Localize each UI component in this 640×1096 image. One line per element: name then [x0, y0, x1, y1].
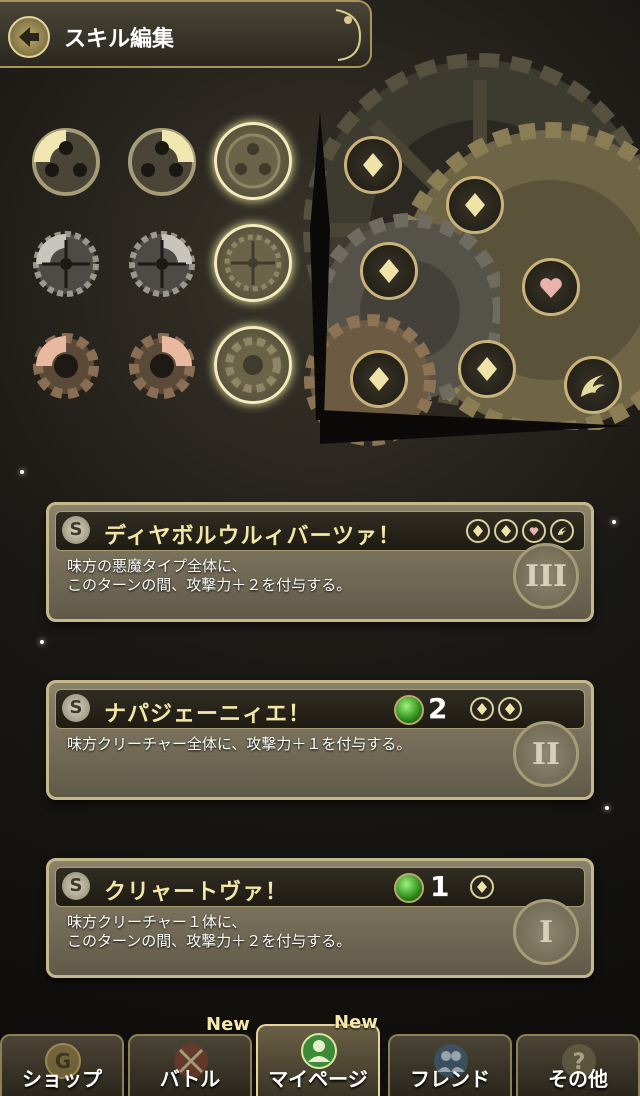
skill-card-header: S ディヤボルウルィバーツァ！ [55, 511, 585, 551]
skill-name: ナパジェーニィエ！ [104, 702, 312, 727]
brass-gear-skill-icon[interactable] [126, 126, 198, 198]
diamond-icon [363, 153, 383, 177]
new-badge: New [334, 1012, 378, 1033]
skill-card-header: S クリャートヴァ！ 1 [55, 867, 585, 907]
sparkle [612, 520, 616, 524]
skill-level-badge: III [513, 543, 579, 609]
skill-name: ディヤボルウルィバーツァ！ [104, 524, 402, 549]
new-badge: New [206, 1014, 250, 1035]
diamond-icon [465, 193, 485, 217]
copper-gear-skill-icon[interactable] [30, 330, 102, 402]
cost-icons [470, 875, 494, 899]
skill-card-header: S ナパジェーニィエ！ 2 [55, 689, 585, 729]
equipped-slot-3[interactable] [214, 326, 292, 404]
heart-icon [540, 278, 562, 298]
skill-rank-badge: S [62, 516, 90, 544]
back-button[interactable] [8, 16, 50, 58]
demon-wing-icon [581, 375, 605, 397]
copper-gear-skill-icon[interactable] [126, 330, 198, 402]
tab-friends[interactable]: フレンド [388, 1034, 512, 1096]
demon-wing-icon [550, 519, 574, 543]
steel-gear-skill-icon[interactable] [30, 228, 102, 300]
diamond-icon [369, 367, 389, 391]
sparkle [605, 806, 609, 810]
tab-other[interactable]: ? その他 [516, 1034, 640, 1096]
tab-label: バトル [159, 1067, 221, 1091]
diamond-icon [494, 519, 518, 543]
back-arrow-icon [19, 27, 39, 47]
mana-orb-icon [394, 873, 424, 903]
skill-level-badge: II [513, 721, 579, 787]
tab-shop[interactable]: G ショップ [0, 1034, 124, 1096]
mana-cost: 1 [430, 870, 450, 903]
diamond-icon [466, 519, 490, 543]
diamond-node[interactable] [360, 242, 418, 300]
skill-gear-board [0, 53, 640, 500]
equipped-slot-1[interactable] [214, 122, 292, 200]
skill-level: II [531, 737, 561, 772]
diamond-icon [477, 357, 497, 381]
tab-mypage[interactable]: マイページ New [256, 1012, 380, 1096]
brass-gear-skill-icon[interactable] [30, 126, 102, 198]
skill-level: I [538, 915, 554, 950]
diamond-node[interactable] [446, 176, 504, 234]
skill-description: 味方の悪魔タイプ全体に、 このターンの間、攻撃力＋２を付与する。 [67, 557, 352, 594]
steel-gear-skill-icon[interactable] [126, 228, 198, 300]
page-title: スキル編集 [64, 27, 175, 52]
skill-card[interactable]: S ナパジェーニィエ！ 2 味方クリーチャー全体に、攻撃力＋１を付与する。 II [46, 680, 594, 800]
skill-rank-badge: S [62, 872, 90, 900]
diamond-node[interactable] [458, 340, 516, 398]
sparkle [40, 640, 44, 644]
diamond-icon [498, 697, 522, 721]
skill-level-badge: I [513, 899, 579, 965]
diamond-icon [470, 697, 494, 721]
tab-label: マイページ [268, 1067, 368, 1091]
diamond-icon [379, 259, 399, 283]
mana-cost: 2 [428, 692, 448, 725]
tab-battle[interactable]: バトル New [128, 1014, 252, 1096]
heart-node[interactable] [522, 258, 580, 316]
tab-label: その他 [548, 1067, 608, 1091]
cost-icons [470, 697, 522, 721]
tab-label: ショップ [22, 1067, 102, 1091]
skill-name: クリャートヴァ！ [104, 880, 289, 905]
equipped-slot-2[interactable] [214, 224, 292, 302]
skill-level: III [524, 559, 568, 594]
skill-rank-badge: S [62, 694, 90, 722]
demon-wing-node[interactable] [564, 356, 622, 414]
brass-gear-slot-icon [225, 133, 281, 189]
heart-icon [522, 519, 546, 543]
mana-orb-icon [394, 695, 424, 725]
copper-gear-slot-icon [225, 337, 281, 393]
steel-gear-slot-icon [224, 234, 282, 292]
skill-card[interactable]: S クリャートヴァ！ 1 味方クリーチャー１体に、 このターンの間、攻撃力＋２を… [46, 858, 594, 978]
skill-card[interactable]: S ディヤボルウルィバーツァ！ 味方の悪魔タイプ全体に、 このターンの間、攻撃力… [46, 502, 594, 622]
diamond-icon [470, 875, 494, 899]
bottom-nav: G ショップ バトル New マイページ New フレンド ? その他 [0, 1012, 640, 1096]
diamond-node[interactable] [344, 136, 402, 194]
skill-description: 味方クリーチャー１体に、 このターンの間、攻撃力＋２を付与する。 [67, 913, 352, 950]
diamond-node[interactable] [350, 350, 408, 408]
cost-icons [466, 519, 574, 543]
tab-label: フレンド [410, 1067, 490, 1091]
skill-description: 味方クリーチャー全体に、攻撃力＋１を付与する。 [67, 735, 412, 753]
